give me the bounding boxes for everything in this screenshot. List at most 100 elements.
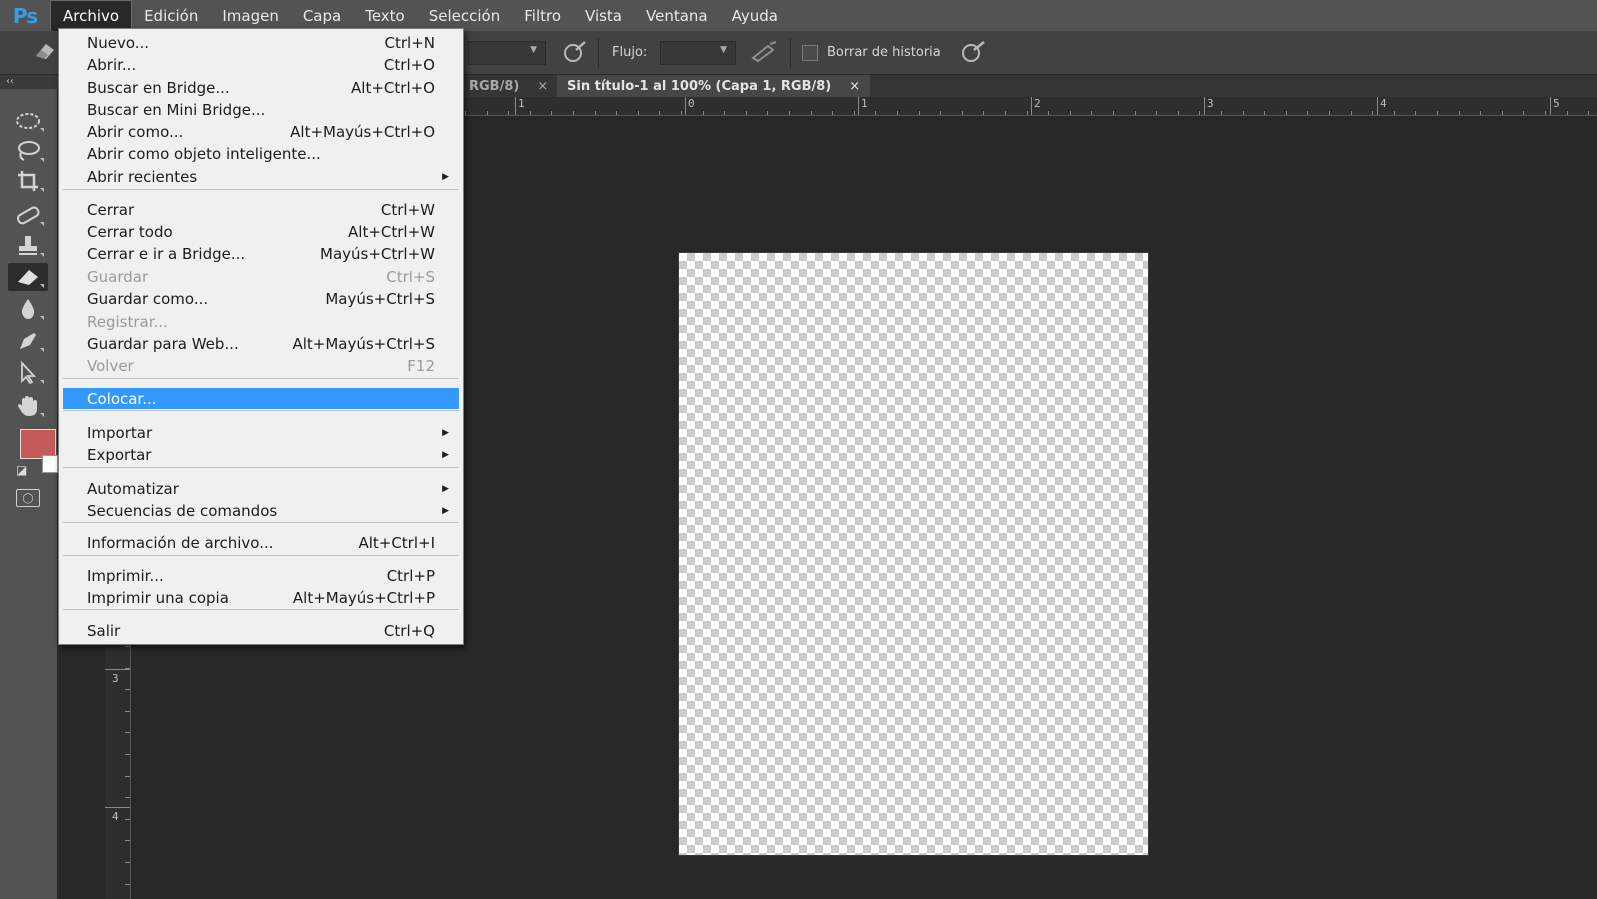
background-color-swatch[interactable] — [42, 455, 58, 473]
submenu-arrow-icon: ▶ — [442, 450, 449, 460]
ruler-label: 1 — [861, 97, 868, 110]
menu-capa[interactable]: Capa — [291, 0, 353, 31]
pen-tool[interactable] — [8, 327, 48, 355]
ruler-label: 2 — [1034, 97, 1041, 110]
menu-item-salir[interactable]: Salir Ctrl+Q — [63, 620, 459, 642]
menu-item-registrar: Registrar... — [63, 311, 459, 333]
rectangular-marquee-tool[interactable] — [8, 107, 48, 135]
menu-separator — [63, 189, 459, 190]
menu-item-label: Registrar... — [87, 313, 168, 331]
eraser-preset-icon[interactable] — [32, 40, 58, 67]
menu-item-guardar-como[interactable]: Guardar como... Mayús+Ctrl+S — [63, 288, 459, 310]
erase-history-checkbox[interactable] — [802, 45, 818, 61]
submenu-arrow-icon: ▶ — [442, 428, 449, 438]
ruler-label: 4 — [1380, 97, 1387, 110]
menu-item-cerrar[interactable]: Cerrar Ctrl+W — [63, 199, 459, 221]
menu-item-label: Importar — [87, 424, 153, 442]
menu-vista[interactable]: Vista — [573, 0, 634, 31]
marquee-icon — [16, 113, 40, 129]
hand-icon — [18, 396, 37, 416]
ruler-tick-major — [105, 807, 130, 808]
menu-ventana[interactable]: Ventana — [634, 0, 720, 31]
menu-texto[interactable]: Texto — [353, 0, 417, 31]
menu-item-label: Abrir recientes — [87, 168, 198, 186]
menu-item-cerrar-e-ir-a-bridge[interactable]: Cerrar e ir a Bridge... Mayús+Ctrl+W — [63, 243, 459, 265]
menu-item-label: Cerrar e ir a Bridge... — [87, 245, 246, 263]
tab-previous-document[interactable]: RGB/8) × — [459, 75, 558, 97]
pressure-size-icon[interactable] — [960, 40, 988, 69]
submenu-arrow-icon: ▶ — [442, 172, 449, 182]
menu-edicion[interactable]: Edición — [132, 0, 210, 31]
menu-item-label: Imprimir... — [87, 567, 164, 585]
flow-dropdown[interactable]: ▼ — [660, 41, 736, 65]
document-canvas-transparent[interactable] — [679, 253, 1148, 855]
menu-filtro[interactable]: Filtro — [512, 0, 573, 31]
ruler-label: 5 — [1553, 97, 1560, 110]
menu-item-label: Volver — [87, 357, 134, 375]
clone-stamp-tool[interactable] — [8, 232, 48, 260]
menu-item-buscar-en-bridge[interactable]: Buscar en Bridge... Alt+Ctrl+O — [63, 77, 459, 99]
menu-item-imprimir-una-copia[interactable]: Imprimir una copia Alt+Mayús+Ctrl+P — [63, 587, 459, 609]
menu-item-shortcut: Alt+Ctrl+O — [351, 79, 435, 97]
ruler-tick-major — [685, 97, 686, 115]
menu-item-label: Abrir como... — [87, 123, 184, 141]
opacity-dropdown[interactable]: ▼ — [468, 41, 546, 65]
menu-item-shortcut: Ctrl+O — [383, 56, 435, 74]
close-icon[interactable]: × — [849, 79, 860, 94]
menu-item-cerrar-todo[interactable]: Cerrar todo Alt+Ctrl+W — [63, 221, 459, 243]
arrow-cursor-icon — [21, 361, 37, 385]
menu-item-guardar-para-web[interactable]: Guardar para Web... Alt+Mayús+Ctrl+S — [63, 333, 459, 355]
ruler-label: 3 — [1207, 97, 1214, 110]
menu-item-buscar-en-mini-bridge[interactable]: Buscar en Mini Bridge... — [63, 99, 459, 121]
ruler-tick-major — [105, 669, 130, 670]
ruler-tick-major — [515, 97, 516, 115]
menu-item-automatizar[interactable]: Automatizar ▶ — [63, 478, 459, 500]
separator — [790, 38, 791, 68]
menu-seleccion[interactable]: Selección — [417, 0, 513, 31]
ruler-tick-major — [1031, 97, 1032, 115]
eraser-tool[interactable] — [8, 263, 48, 291]
menu-item-shortcut: F12 — [407, 357, 435, 375]
menu-item-label: Nuevo... — [87, 34, 150, 52]
bandage-icon — [16, 206, 40, 225]
menu-item-importar[interactable]: Importar ▶ — [63, 422, 459, 444]
menu-item-guardar: Guardar Ctrl+S — [63, 266, 459, 288]
menu-item-imprimir[interactable]: Imprimir... Ctrl+P — [63, 565, 459, 587]
menu-item-abrir-como-objeto-inteligente[interactable]: Abrir como objeto inteligente... — [63, 143, 459, 165]
menu-item-colocar[interactable]: Colocar... — [63, 388, 459, 409]
quick-mask-icon[interactable]: ◯ — [16, 489, 40, 507]
menu-separator — [63, 522, 459, 523]
ruler-label: 0 — [688, 97, 695, 110]
erase-history-label: Borrar de historia — [827, 45, 941, 60]
menu-ayuda[interactable]: Ayuda — [720, 0, 790, 31]
spot-healing-tool[interactable] — [8, 201, 48, 229]
menu-item-exportar[interactable]: Exportar ▶ — [63, 444, 459, 466]
menu-item-secuencias-de-comandos[interactable]: Secuencias de comandos ▶ — [63, 500, 459, 522]
lasso-tool[interactable] — [8, 137, 48, 165]
close-icon[interactable]: × — [537, 79, 548, 94]
pressure-opacity-icon[interactable] — [562, 40, 588, 69]
tab-active-document[interactable]: Sin título-1 al 100% (Capa 1, RGB/8) × — [557, 75, 871, 97]
menu-archivo[interactable]: Archivo — [50, 0, 133, 31]
menu-item-abrir[interactable]: Abrir... Ctrl+O — [63, 54, 459, 76]
menu-imagen[interactable]: Imagen — [210, 0, 290, 31]
drop-icon — [21, 299, 35, 319]
crop-tool[interactable] — [8, 167, 48, 195]
menu-bar: Ps Archivo Edición Imagen Capa Texto Sel… — [0, 0, 1597, 31]
blur-tool[interactable] — [8, 295, 48, 323]
menu-item-nuevo[interactable]: Nuevo... Ctrl+N — [63, 32, 459, 54]
hand-tool[interactable] — [8, 392, 48, 420]
ruler-tick-major — [1550, 97, 1551, 115]
menu-item-label: Imprimir una copia — [87, 589, 229, 607]
menu-item-informacion-de-archivo[interactable]: Información de archivo... Alt+Ctrl+I — [63, 532, 459, 554]
menu-item-abrir-recientes[interactable]: Abrir recientes ▶ — [63, 166, 459, 188]
airbrush-icon[interactable] — [750, 40, 778, 69]
collapse-panel-button[interactable]: ‹‹ — [0, 75, 58, 89]
menu-item-label: Secuencias de comandos — [87, 502, 278, 520]
menu-item-shortcut: Ctrl+Q — [383, 622, 435, 640]
path-selection-tool[interactable] — [8, 359, 48, 387]
archivo-dropdown-menu: Nuevo... Ctrl+N Abrir... Ctrl+O Buscar en Br… — [58, 28, 464, 645]
default-colors-icon[interactable]: ◪ — [16, 463, 27, 477]
menu-item-abrir-como[interactable]: Abrir como... Alt+Mayús+Ctrl+O — [63, 121, 459, 143]
menu-item-label: Buscar en Bridge... — [87, 79, 230, 97]
